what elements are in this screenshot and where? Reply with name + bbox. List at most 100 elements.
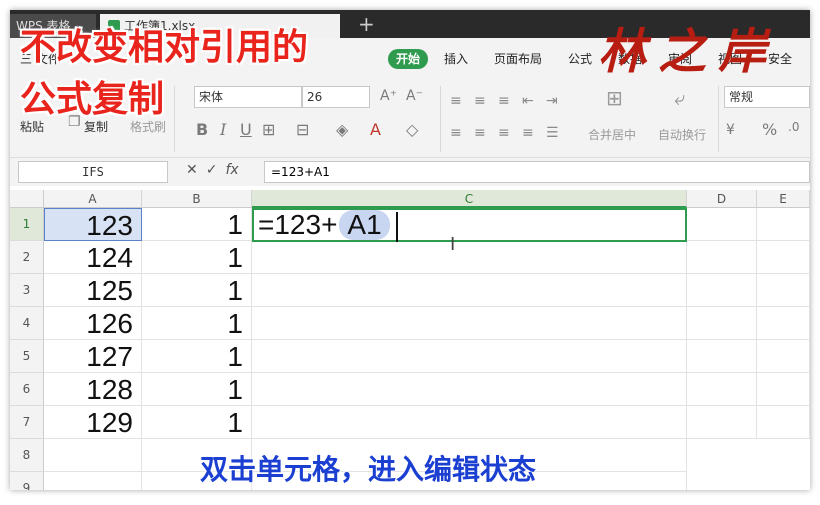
cell-c3[interactable] [252, 274, 687, 307]
row-header[interactable]: 4 [10, 307, 44, 340]
fx-icon[interactable]: fx [225, 162, 238, 178]
cell-d2[interactable] [687, 241, 757, 274]
row-header[interactable]: 2 [10, 241, 44, 274]
toolbar-divider [174, 86, 175, 152]
cell-a4[interactable]: 126 [44, 307, 142, 340]
add-tab-button[interactable]: + [358, 12, 375, 36]
clear-format-icon[interactable]: ◇ [406, 120, 418, 139]
align-left-icon[interactable]: ≡ [450, 125, 474, 141]
font-size-select[interactable]: 26 [302, 86, 370, 108]
align-top-icon[interactable]: ≡ [450, 93, 474, 109]
row-header[interactable]: 1 [10, 208, 44, 241]
menu-start[interactable]: 开始 [388, 49, 428, 69]
currency-icon[interactable]: ¥ [726, 122, 735, 138]
cell-e6[interactable] [757, 373, 810, 406]
menu-page-layout[interactable]: 页面布局 [494, 50, 542, 67]
decimal-icon[interactable]: .0 [788, 120, 799, 134]
bold-button[interactable]: B [196, 120, 208, 139]
row-header[interactable]: 9 [10, 472, 44, 490]
cell-c2[interactable] [252, 241, 687, 274]
font-name-select[interactable]: 宋体 [194, 86, 302, 108]
menu-formula[interactable]: 公式 [568, 50, 592, 67]
font-color-icon[interactable]: A [370, 120, 381, 139]
spreadsheet-grid: A B C D E 1 2 3 4 5 6 7 8 9 123 124 125 … [10, 190, 810, 490]
cell-b4[interactable]: 1 [142, 307, 252, 340]
merge-center-button[interactable]: 合并居中 [588, 126, 636, 143]
cell-e5[interactable] [757, 340, 810, 373]
cell-d6[interactable] [687, 373, 757, 406]
column-header-b[interactable]: B [142, 190, 252, 208]
indent-increase-icon[interactable]: ⇥ [546, 93, 570, 109]
cell-style-icon[interactable]: ⊟ [296, 120, 309, 139]
number-format-select[interactable]: 常规 [724, 86, 810, 108]
cancel-icon[interactable]: ✕ [186, 162, 206, 178]
cell-d5[interactable] [687, 340, 757, 373]
justify-icon[interactable]: ≡ [522, 125, 546, 141]
italic-button[interactable]: I [220, 120, 226, 139]
cell-e7[interactable] [757, 406, 810, 439]
formula-controls: ✕✓fx [186, 162, 239, 178]
cell-b3[interactable]: 1 [142, 274, 252, 307]
copy-button[interactable]: 复制 [84, 118, 108, 135]
formula-input[interactable]: =123+A1 [264, 161, 810, 183]
cell-e2[interactable] [757, 241, 810, 274]
overlay-title-line2: 公式复制 [20, 79, 165, 120]
column-header-e[interactable]: E [757, 190, 810, 208]
align-right-icon[interactable]: ≡ [498, 125, 522, 141]
row-header[interactable]: 3 [10, 274, 44, 307]
row-header[interactable]: 5 [10, 340, 44, 373]
cell-b5[interactable]: 1 [142, 340, 252, 373]
cell-a8[interactable] [44, 439, 142, 472]
indent-decrease-icon[interactable]: ⇤ [522, 93, 546, 109]
format-painter-button[interactable]: 格式刷 [130, 118, 166, 135]
cell-a1[interactable]: 123 [44, 208, 142, 241]
cell-c4[interactable] [252, 307, 687, 340]
distribute-icon[interactable]: ☰ [546, 125, 570, 141]
cell-d3[interactable] [687, 274, 757, 307]
row-header[interactable]: 7 [10, 406, 44, 439]
cell-c7[interactable] [252, 406, 687, 439]
increase-font-icon[interactable]: A⁺ [380, 88, 397, 104]
name-box[interactable]: IFS [18, 161, 168, 183]
cell-e1[interactable] [757, 208, 810, 241]
column-header-a[interactable]: A [44, 190, 142, 208]
cell-a9[interactable] [44, 472, 142, 490]
cell-b7[interactable]: 1 [142, 406, 252, 439]
auto-wrap-icon[interactable]: ⤶ [674, 86, 685, 110]
cell-a3[interactable]: 125 [44, 274, 142, 307]
row-header[interactable]: 8 [10, 439, 44, 472]
merge-center-icon[interactable]: ⊞ [606, 86, 623, 110]
border-icon[interactable]: ⊞ [262, 120, 275, 139]
align-middle-icon[interactable]: ≡ [474, 93, 498, 109]
cell-e3[interactable] [757, 274, 810, 307]
auto-wrap-button[interactable]: 自动换行 [658, 126, 706, 143]
percent-button[interactable]: % [762, 120, 777, 139]
cell-c6[interactable] [252, 373, 687, 406]
menu-insert[interactable]: 插入 [444, 50, 468, 67]
align-bottom-icon[interactable]: ≡ [498, 93, 522, 109]
paste-button[interactable]: 粘贴 [20, 118, 44, 135]
cell-b6[interactable]: 1 [142, 373, 252, 406]
align-row-bottom: ≡ ≡ ≡ ≡ ☰ [450, 122, 570, 141]
cell-b2[interactable]: 1 [142, 241, 252, 274]
align-center-icon[interactable]: ≡ [474, 125, 498, 141]
cell-e4[interactable] [757, 307, 810, 340]
cell-d1[interactable] [687, 208, 757, 241]
column-header-c[interactable]: C [252, 190, 687, 208]
cell-d4[interactable] [687, 307, 757, 340]
underline-button[interactable]: U [240, 120, 252, 139]
row-header[interactable]: 6 [10, 373, 44, 406]
confirm-icon[interactable]: ✓ [206, 162, 226, 178]
fill-color-icon[interactable]: ◈ [336, 120, 348, 139]
cell-c1-editing[interactable]: =123+ A1 [252, 208, 687, 242]
cell-c5[interactable] [252, 340, 687, 373]
decrease-font-icon[interactable]: A⁻ [406, 88, 423, 104]
cell-d7[interactable] [687, 406, 757, 439]
cell-a7[interactable]: 129 [44, 406, 142, 439]
cell-b1[interactable]: 1 [142, 208, 252, 241]
cell-a6[interactable]: 128 [44, 373, 142, 406]
cell-a5[interactable]: 127 [44, 340, 142, 373]
cell-a2[interactable]: 124 [44, 241, 142, 274]
column-header-d[interactable]: D [687, 190, 757, 208]
select-all-corner[interactable] [10, 190, 44, 208]
